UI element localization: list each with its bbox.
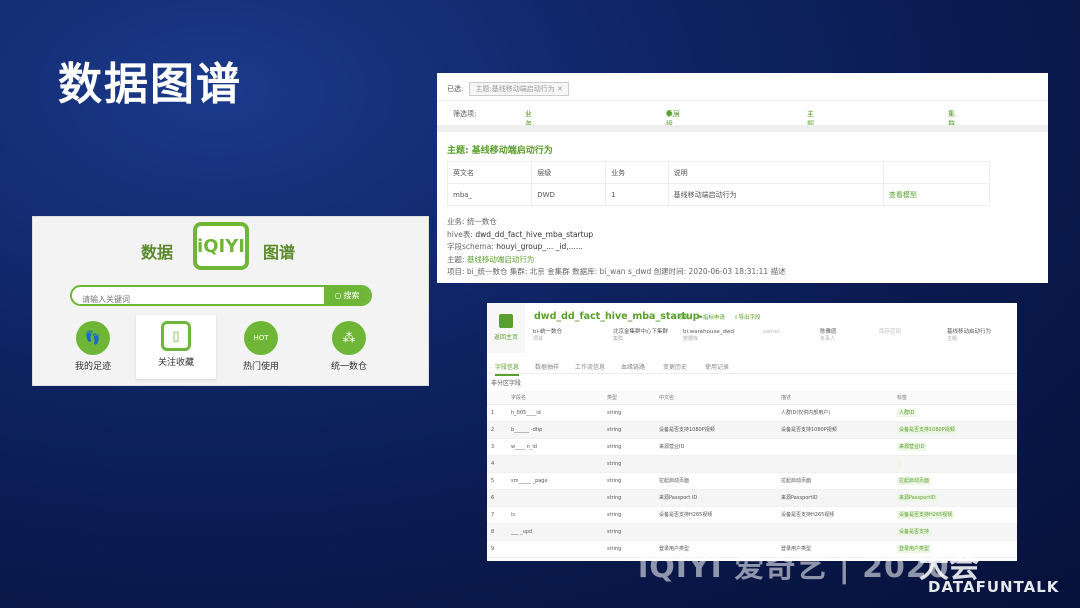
feature-my-footprint[interactable]: 👣 我的足迹 [53, 315, 133, 379]
search-input[interactable] [72, 291, 322, 304]
table-row: 3 w____ n_id string 来源营业ID 来源营业ID [487, 438, 1017, 456]
action-bar: ☆收藏 ⚑指标申请 ⇩导出字段 [673, 313, 761, 321]
table-row: 6 string 来源Passport ID 来源PassportID 来源Passpo… [487, 489, 1017, 507]
feature-unified-warehouse[interactable]: ⁂ 统一数仓 [309, 315, 389, 379]
table-row: mba_ DWD 1 基线移动端启动行为 查看模型 [446, 183, 991, 206]
grid-home-icon [499, 314, 513, 328]
tab-lineage[interactable]: 血缘链路 [621, 362, 645, 371]
metric-request-button[interactable]: ⚑指标申请 [698, 313, 725, 321]
tab-workflow[interactable]: 工作流信息 [575, 362, 605, 371]
field-tag[interactable]: 设备是否支持 [897, 528, 932, 536]
table-row: 1 h_005____id string 人群ID(仅供内部用户) 人群ID [487, 404, 1017, 422]
tab-field-info[interactable]: 字段信息 [495, 362, 520, 376]
filter-topic[interactable]: 主题 ⌄ [807, 109, 814, 128]
field-tag[interactable]: 拉起启动页面 [897, 477, 932, 485]
favorite-button[interactable]: ☆收藏 [673, 313, 689, 321]
filter-business[interactable]: 业务 ⌄ [525, 109, 532, 128]
network-nodes-icon: ⁂ [332, 321, 366, 355]
hive-table-link[interactable]: dwd_dd_fact_hive_mba_startup [475, 230, 593, 239]
search-button[interactable]: ○ 搜索 [324, 287, 370, 304]
portal-brand: 数据 iQIYI 图谱 [33, 217, 428, 277]
table-row: 2 b______ -dtip string 设备是否支持1080P视频 设备是否支持1… [487, 421, 1017, 439]
brand-text-right: 图谱 [263, 243, 296, 262]
field-tag[interactable]: 人群ID [897, 409, 917, 417]
bookmark-icon: ▯ [161, 321, 191, 351]
table-info-bar: bi-统一数仓 项目 北京金集群中心下集群 集群 bi.warehouse_dwd 数… [533, 329, 992, 342]
field-tag[interactable]: 来源营业ID [897, 443, 927, 451]
brand-text-left: 数据 [141, 243, 174, 262]
hot-flame-icon: HOT [244, 321, 278, 355]
filter-table-level[interactable]: 表层级 ● ⌄ [666, 109, 680, 128]
event-watermark: iQIYI 爱奇艺 | 2020 大会 DATAFUNTALK [638, 550, 1060, 596]
search-bar: ○ 搜索 [70, 285, 372, 306]
feature-favorites[interactable]: ▯ 关注收藏 [136, 315, 216, 379]
slide-title: 数据图谱 [58, 59, 242, 110]
tab-usage-records[interactable]: 使用记录 [705, 362, 729, 371]
home-button[interactable]: 返回主页 [487, 303, 525, 353]
table-row: 5 sm_____ _page string 拉起启动页面 拉起启动页面 拉起启动页面 [487, 472, 1017, 490]
footprint-icon: 👣 [76, 321, 110, 355]
table-row: 8 ___ _upd string 设备是否支持 [487, 523, 1017, 541]
table-detail-panel: 返回主页 dwd_dd_fact_hive_mba_startup ☆收藏 ⚑指… [487, 303, 1017, 561]
field-table: 字段名 类型 中文名 描述 标签 1 h_005____id string 人群ID(… [487, 391, 1017, 558]
field-tag[interactable]: 设备是否支持H265视频 [897, 511, 955, 519]
topic-table: 英文名 层级 业务 说明 mba_ DWD 1 基线移动端启动行为 查看模型 [446, 161, 991, 206]
topic-heading: 主题: 基线移动端启动行为 [447, 146, 553, 156]
export-fields-button[interactable]: ⇩导出字段 [734, 313, 761, 321]
selected-filters: 已选: 主题:基线移动端启动行为 ✕ [447, 82, 569, 96]
iqiyi-logo-icon: iQIYI [193, 222, 249, 270]
table-meta: 业务: 统一数仓 hive表: dwd_dd_fact_hive_mba_sta… [447, 217, 786, 276]
selected-filter-chip[interactable]: 主题:基线移动端启动行为 ✕ [469, 82, 569, 96]
graph-search-portal: 数据 iQIYI 图谱 ○ 搜索 👣 我的足迹 ▯ 关注收藏 HOT 热门使用 … [32, 216, 429, 386]
detail-tabs: 字段信息 数据抽样 工作流信息 血缘链路 变更历史 使用记录 [487, 358, 1017, 376]
field-tag[interactable] [897, 459, 901, 468]
search-results-panel: 已选: 主题:基线移动端启动行为 ✕ 筛选项: 业务 ⌄ 表层级 ● ⌄ 主题 … [437, 73, 1048, 283]
table-row: 4 string [487, 455, 1017, 473]
search-icon: ○ [334, 291, 342, 300]
filter-bar: 筛选项: 业务 ⌄ 表层级 ● ⌄ 主题 ⌄ 集群 ⌄ [453, 109, 955, 128]
table-row: 7 is string 设备是否支持H265视频 设备是否支持H265视频 设备是否支持H… [487, 506, 1017, 524]
view-model-link[interactable]: 查看模型 [882, 183, 991, 206]
feature-hot-usage[interactable]: HOT 热门使用 [221, 315, 301, 379]
field-tag[interactable]: 来源PassportID [897, 494, 938, 502]
non-partition-label: 非分区字段 [491, 380, 522, 387]
tab-data-sample[interactable]: 数据抽样 [535, 362, 559, 371]
tab-change-history[interactable]: 变更历史 [663, 362, 687, 371]
filter-cluster[interactable]: 集群 ⌄ [948, 109, 955, 128]
field-tag[interactable]: 设备是否支持1080P视频 [897, 426, 957, 434]
